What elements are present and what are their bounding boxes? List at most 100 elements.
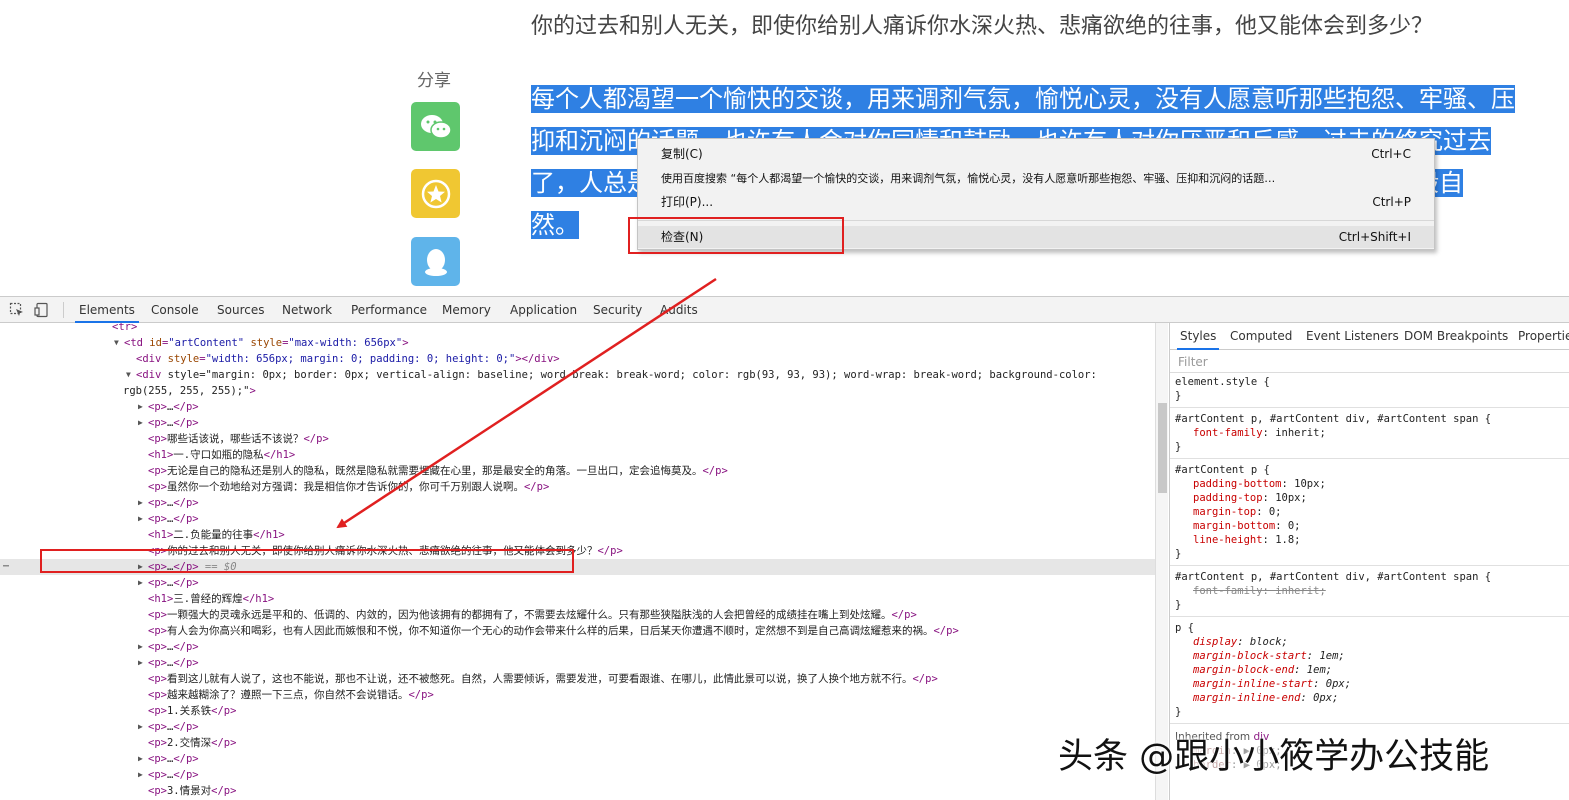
inspect-element-icon[interactable] xyxy=(9,302,25,318)
wechat-share-button[interactable] xyxy=(411,102,460,151)
tab-application[interactable]: Application xyxy=(506,297,581,323)
css-declaration[interactable]: margin-inline-end: 0px; xyxy=(1175,691,1351,705)
css-rule-close: } xyxy=(1175,706,1182,718)
css-selector[interactable]: #artContent p, #artContent div, #artCont… xyxy=(1175,570,1491,584)
dom-node-markup: <p>无论是自己的隐私还是别人的隐私，既然是隐私就需要埋藏在心里，那是最安全的角… xyxy=(148,465,728,477)
article-paragraph: 你的过去和别人无关，即使你给别人痛诉你水深火热、悲痛欲绝的往事，他又能体会到多少… xyxy=(531,14,1434,39)
menu-item-baidu-search[interactable]: 使用百度搜索 “每个人都渴望一个愉快的交谈，用来调剂气氛，愉悦心灵，没有人愿意听… xyxy=(638,167,1434,189)
tab-elements[interactable]: Elements xyxy=(75,297,139,323)
css-rule-separator xyxy=(1170,458,1569,459)
expand-triangle-icon[interactable]: ▶ xyxy=(138,575,143,591)
css-selector[interactable]: p { xyxy=(1175,621,1351,635)
dom-node-markup: <p>…</p> xyxy=(148,497,199,509)
selected-node-highlight-box xyxy=(40,549,574,573)
expand-triangle-icon[interactable]: ▶ xyxy=(138,415,143,431)
expand-triangle-icon[interactable]: ▶ xyxy=(138,495,143,511)
css-rule-separator xyxy=(1170,565,1569,566)
devtools-tabbar: Elements Console Sources Network Performance… xyxy=(0,297,1569,323)
tab-sources[interactable]: Sources xyxy=(213,297,268,323)
watermark: 头条 @跟小小筱学办公技能 xyxy=(1058,737,1490,777)
inspect-highlight-box xyxy=(628,217,844,254)
css-declaration[interactable]: display: block; xyxy=(1175,635,1351,649)
dom-node-markup: <p>哪些话该说，哪些话不该说？</p> xyxy=(148,433,329,445)
dom-node-markup: <p>虽然你一个劲地给对方强调：我是相信你才告诉你的，你可千万别跟人说啊。</p… xyxy=(148,481,550,493)
styles-tab-event-listeners[interactable]: Event Listeners xyxy=(1303,323,1402,350)
dom-node-markup: <p>看到这儿就有人说了，这也不能说，那也不让说，还不被憋死。自然，人需要倾诉，… xyxy=(148,673,938,685)
dom-node-markup: <p>…</p> xyxy=(148,657,199,669)
expand-triangle-icon[interactable]: ▶ xyxy=(138,511,143,527)
css-declaration[interactable]: margin-bottom: 0; xyxy=(1175,519,1326,533)
selected-line: 了，人总是 xyxy=(531,169,651,197)
dom-node-markup: <p>…</p> xyxy=(148,641,199,653)
tab-memory[interactable]: Memory xyxy=(438,297,495,323)
dom-node-markup: <div style="width: 656px; margin: 0; pad… xyxy=(136,353,560,365)
css-declaration[interactable]: margin-block-start: 1em; xyxy=(1175,649,1351,663)
selected-line: 然。 xyxy=(531,211,579,239)
node-menu-icon[interactable]: ⋯ xyxy=(3,559,9,575)
dom-node-markup: <p>…</p> xyxy=(148,721,199,733)
dom-node-markup: <p>…</p> xyxy=(148,577,199,589)
dom-node-markup: <p>有人会为你高兴和喝彩，也有人因此而嫉恨和不悦，你不知道你一个无心的动作会带… xyxy=(148,625,959,637)
tab-audits[interactable]: Audits xyxy=(656,297,702,323)
expand-triangle-icon[interactable]: ▶ xyxy=(138,639,143,655)
expand-triangle-icon[interactable]: ▶ xyxy=(138,655,143,671)
menu-item-label: 打印(P)... xyxy=(661,195,714,209)
device-toolbar-icon[interactable] xyxy=(34,302,50,318)
qq-share-button[interactable] xyxy=(411,237,460,286)
css-selector[interactable]: #artContent p, #artContent div, #artCont… xyxy=(1175,412,1491,426)
dom-node-markup: <h1>三.曾经的辉煌</h1> xyxy=(148,593,275,605)
dom-node-markup: <h1>一.守口如瓶的隐私</h1> xyxy=(148,449,296,461)
menu-item-copy[interactable]: 复制(C) Ctrl+C xyxy=(638,143,1434,165)
menu-item-shortcut: Ctrl+C xyxy=(1371,147,1411,161)
menu-item-shortcut: Ctrl+P xyxy=(1372,195,1411,209)
dom-node-markup: <p>一颗强大的灵魂永远是平和的、低调的、内敛的，因为他该拥有的都拥有了，不需要… xyxy=(148,609,917,621)
styles-tab-computed[interactable]: Computed xyxy=(1227,323,1295,350)
css-rule-close: } xyxy=(1175,548,1182,560)
dom-node-markup: <p>…</p> xyxy=(148,401,199,413)
styles-tabbar: Styles Computed Event Listeners DOM Breakpo… xyxy=(1170,323,1569,350)
menu-item-shortcut: Ctrl+Shift+I xyxy=(1338,230,1411,244)
menu-item-print[interactable]: 打印(P)... Ctrl+P xyxy=(638,191,1434,213)
favorite-share-button[interactable] xyxy=(411,169,460,218)
styles-filter-input[interactable]: Filter xyxy=(1170,351,1569,373)
selected-line: 每个人都渴望一个愉快的交谈，用来调剂气氛，愉悦心灵，没有人愿意听那些抱怨、牢骚、… xyxy=(531,85,1515,113)
css-declaration[interactable]: line-height: 1.8; xyxy=(1175,533,1326,547)
expand-triangle-icon[interactable]: ▶ xyxy=(138,767,143,783)
dom-node-markup: <tr> xyxy=(112,323,138,333)
expand-triangle-icon[interactable]: ▶ xyxy=(138,751,143,767)
dom-node-markup: <p>…</p> xyxy=(148,417,199,429)
css-selector[interactable]: element.style { xyxy=(1175,375,1270,389)
styles-tab-dom-breakpoints[interactable]: DOM Breakpoints xyxy=(1401,323,1511,350)
scrollbar-thumb[interactable] xyxy=(1158,403,1167,493)
css-declaration[interactable]: margin-block-end: 1em; xyxy=(1175,663,1351,677)
css-declaration[interactable]: font-family: inherit; xyxy=(1175,426,1491,440)
toolbar-divider xyxy=(63,302,64,318)
dom-node-markup: <p>…</p> xyxy=(148,753,199,765)
css-selector[interactable]: #artContent p { xyxy=(1175,463,1326,477)
dom-node-markup: <p>1.关系铁</p> xyxy=(148,705,237,717)
css-rule: #artContent p {padding-bottom: 10px; padd… xyxy=(1175,463,1326,561)
collapse-triangle-icon[interactable]: ▼ xyxy=(114,335,119,351)
styles-tab-properties[interactable]: Properties xyxy=(1515,323,1569,350)
tab-performance[interactable]: Performance xyxy=(347,297,431,323)
css-rule-close: } xyxy=(1175,441,1182,453)
css-declaration[interactable]: font-family: inherit; xyxy=(1175,584,1491,598)
tab-security[interactable]: Security xyxy=(589,297,646,323)
css-rule: #artContent p, #artContent div, #artCont… xyxy=(1175,412,1491,454)
styles-tab-styles[interactable]: Styles xyxy=(1177,323,1220,350)
collapse-triangle-icon[interactable]: ▼ xyxy=(126,367,131,383)
css-declaration[interactable]: margin-inline-start: 0px; xyxy=(1175,677,1351,691)
css-declaration[interactable]: margin-top: 0; xyxy=(1175,505,1326,519)
expand-triangle-icon[interactable]: ▶ xyxy=(138,399,143,415)
css-rule-close: } xyxy=(1175,599,1182,611)
tab-console[interactable]: Console xyxy=(147,297,203,323)
css-declaration[interactable]: padding-top: 10px; xyxy=(1175,491,1326,505)
css-declaration[interactable]: padding-bottom: 10px; xyxy=(1175,477,1326,491)
dom-node-markup: <div style="margin: 0px; border: 0px; ve… xyxy=(136,369,1097,381)
dom-node-markup: <p>…</p> xyxy=(148,769,199,781)
qq-icon xyxy=(424,248,447,276)
css-rule-separator xyxy=(1170,723,1569,724)
star-favorite-icon xyxy=(421,179,450,208)
tab-network[interactable]: Network xyxy=(278,297,336,323)
expand-triangle-icon[interactable]: ▶ xyxy=(138,719,143,735)
